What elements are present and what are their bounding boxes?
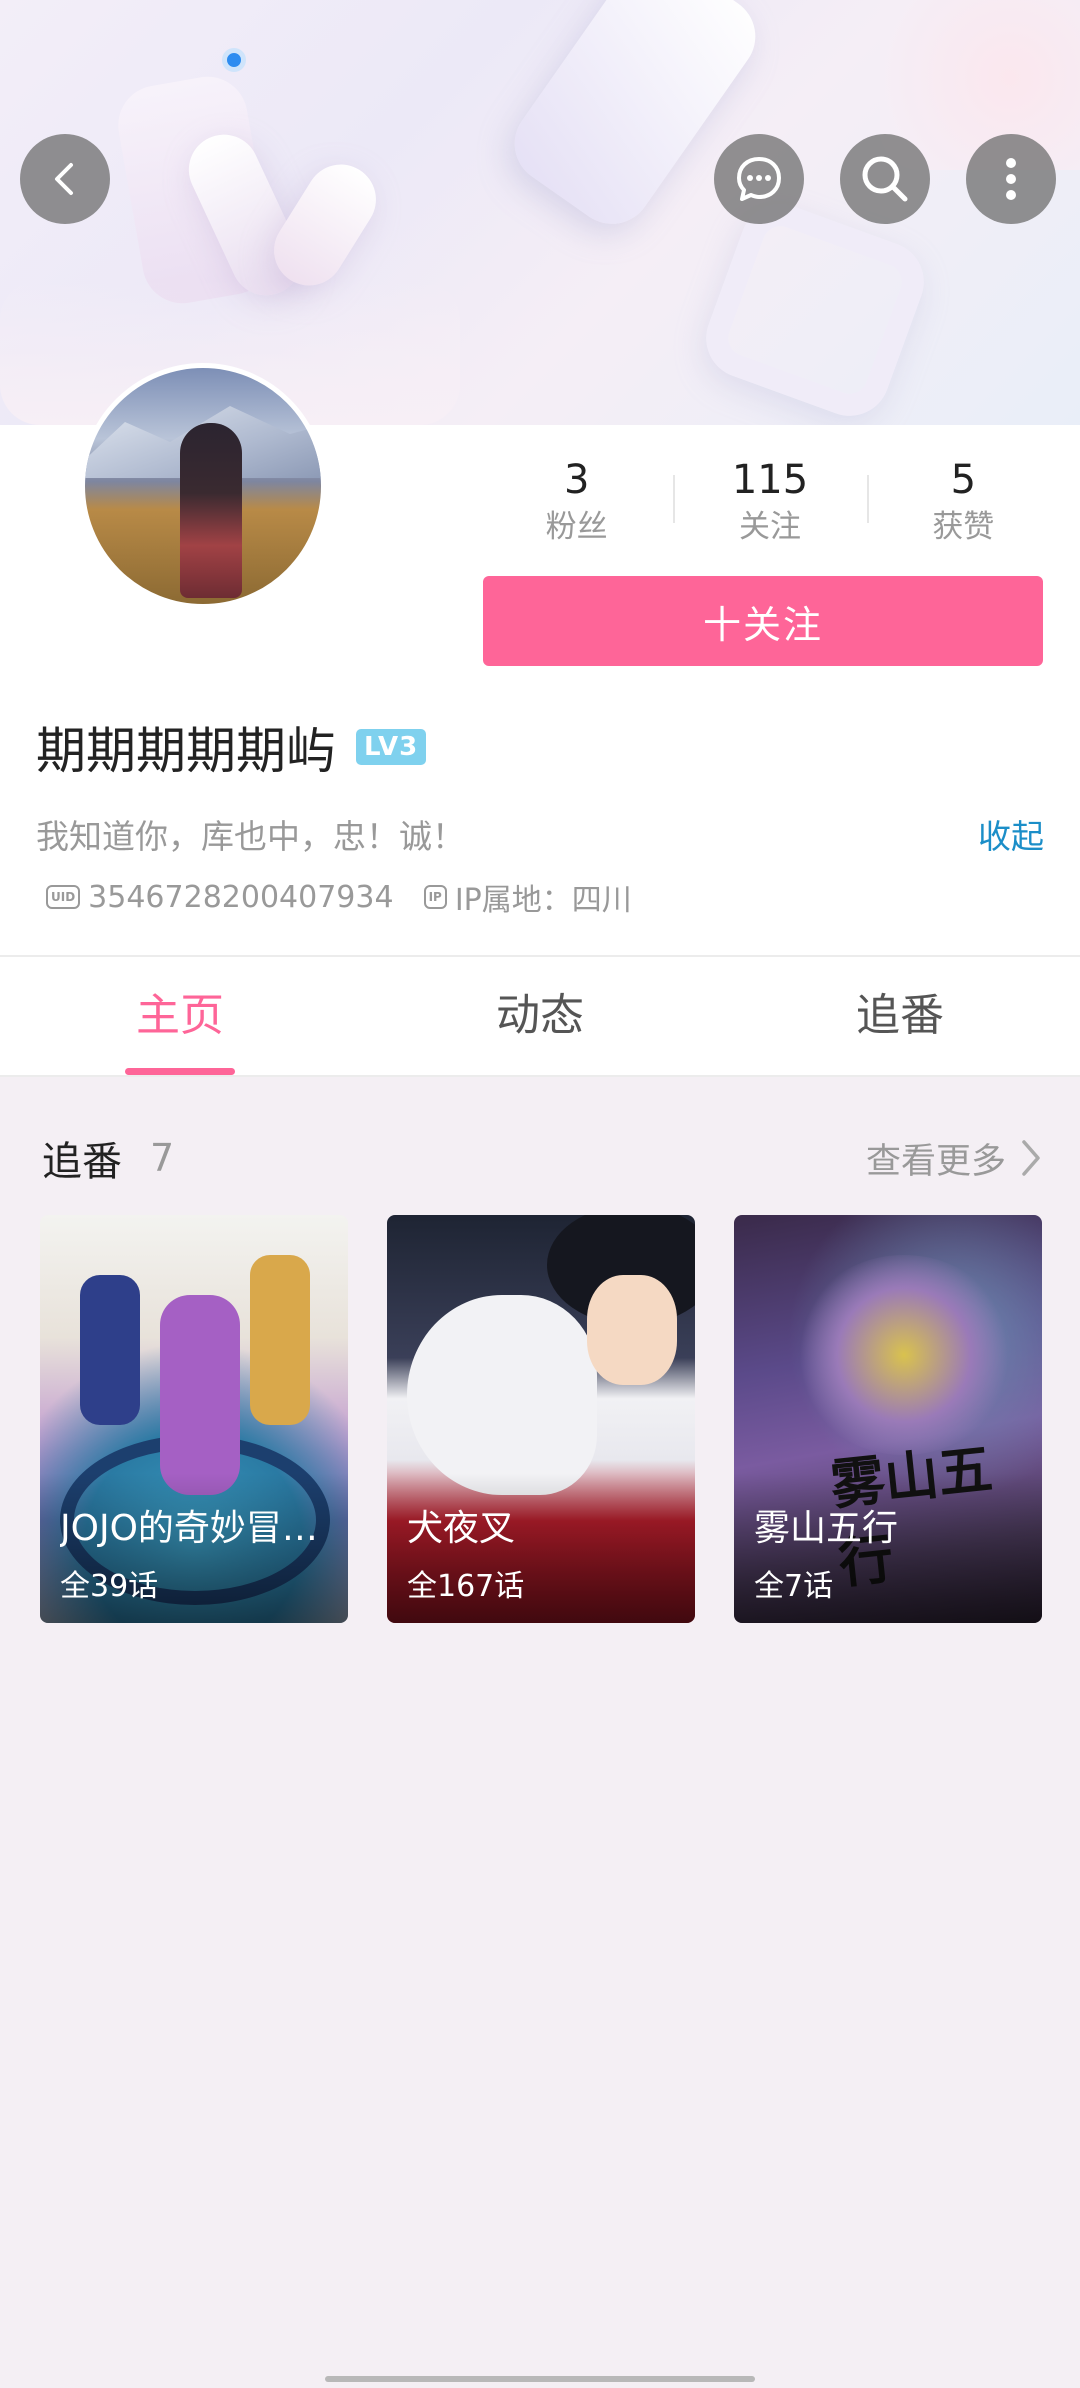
stat-likes[interactable]: 5 获赞 <box>866 455 1060 545</box>
bio-text: 我知道你，库也中，忠！诚！ <box>36 817 465 856</box>
stat-value: 3 <box>563 457 590 503</box>
profile-page: 3 粉丝 115 关注 5 获赞 十关注 期期期期期屿 LV3 我知道你，库也中… <box>0 0 1080 2388</box>
stat-followers[interactable]: 3 粉丝 <box>480 455 673 545</box>
tab-home[interactable]: 主页 <box>0 957 360 1075</box>
message-button[interactable] <box>714 134 804 224</box>
username-row: 期期期期期屿 LV3 <box>36 715 427 780</box>
anime-title: 犬夜叉 <box>407 1508 516 1549</box>
chevron-right-icon <box>1022 1140 1040 1176</box>
anime-card-list: JOJO的奇妙冒险 黄金之风 全39话 犬夜叉 全167话 雾山五行 雾山五行 … <box>40 1215 1042 1625</box>
level-badge: LV3 <box>356 729 427 765</box>
active-tab-indicator <box>125 1068 235 1075</box>
profile-stats: 3 粉丝 115 关注 5 获赞 <box>480 455 1060 545</box>
tab-label: 追番 <box>856 990 944 1041</box>
username: 期期期期期屿 <box>36 722 336 780</box>
profile-tabs: 主页 动态 追番 <box>0 955 1080 1077</box>
status-bar-app-icon <box>222 48 246 72</box>
chevron-left-icon <box>55 163 73 195</box>
tab-dynamic[interactable]: 动态 <box>360 957 720 1075</box>
stat-label: 粉丝 <box>545 509 608 545</box>
home-indicator[interactable] <box>325 2376 755 2382</box>
search-icon <box>862 156 908 202</box>
anime-title: JOJO的奇妙冒险 黄金之风 <box>60 1508 335 1549</box>
anime-card[interactable]: 雾山五行 雾山五行 全7话 <box>734 1215 1042 1623</box>
anime-episodes: 全7话 <box>754 1569 834 1604</box>
anime-card[interactable]: JOJO的奇妙冒险 黄金之风 全39话 <box>40 1215 348 1623</box>
more-options-button[interactable] <box>966 134 1056 224</box>
profile-card: 3 粉丝 115 关注 5 获赞 十关注 期期期期期屿 LV3 我知道你，库也中… <box>0 363 1080 955</box>
chat-bubble-icon <box>737 157 781 201</box>
back-button[interactable] <box>20 134 110 224</box>
stat-value: 5 <box>950 457 977 503</box>
follow-button[interactable]: 十关注 <box>483 576 1043 666</box>
see-more-link[interactable]: 查看更多 <box>866 1128 1042 1188</box>
tab-label: 主页 <box>136 990 224 1041</box>
see-more-label: 查看更多 <box>865 1141 1006 1182</box>
ip-location: IP属地：四川 <box>454 883 632 918</box>
stat-value: 115 <box>731 457 809 503</box>
tab-following-anime[interactable]: 追番 <box>720 957 1080 1075</box>
tab-label: 动态 <box>496 990 584 1041</box>
uid-value: 3546728200407934 <box>88 879 394 915</box>
anime-episodes: 全167话 <box>407 1569 525 1604</box>
profile-meta: UID 3546728200407934 IP IP属地：四川 <box>46 876 632 918</box>
ip-icon: IP <box>423 885 447 909</box>
avatar[interactable] <box>80 363 326 609</box>
stat-label: 关注 <box>738 509 801 545</box>
stat-label: 获赞 <box>932 509 995 545</box>
profile-banner <box>0 0 1080 425</box>
section-count: 7 <box>150 1136 175 1180</box>
anime-card[interactable]: 犬夜叉 全167话 <box>387 1215 695 1623</box>
uid-icon: UID <box>46 885 81 909</box>
stat-following[interactable]: 115 关注 <box>673 455 866 545</box>
collapse-link[interactable]: 收起 <box>978 810 1044 858</box>
search-button[interactable] <box>840 134 930 224</box>
section-title: 追番 <box>42 1139 122 1185</box>
anime-episodes: 全39话 <box>60 1569 159 1604</box>
more-vertical-icon <box>1006 158 1016 200</box>
following-section-header: 追番 7 查看更多 <box>42 1128 1042 1188</box>
anime-title: 雾山五行 <box>754 1508 899 1549</box>
